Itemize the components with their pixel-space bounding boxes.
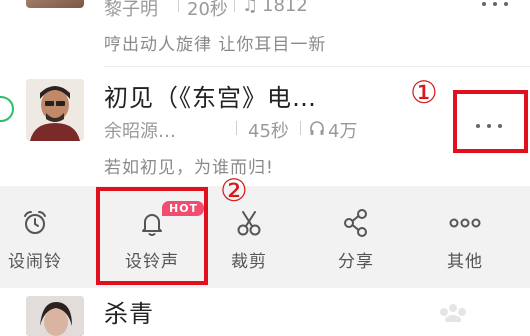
song-avatar xyxy=(26,79,84,141)
share-icon xyxy=(344,209,367,237)
step-marker-1: ① xyxy=(410,75,438,111)
meta-separator xyxy=(236,121,237,135)
highlight-box-ringtone xyxy=(96,187,208,285)
more-icon xyxy=(449,218,481,228)
trim-label: 裁剪 xyxy=(231,252,267,272)
avatar-previous xyxy=(26,0,84,8)
previous-description: 哼出动人旋律 让你耳目一新 xyxy=(104,35,327,55)
previous-duration: 20秒 xyxy=(187,0,228,20)
song-duration: 45秒 xyxy=(248,121,289,142)
other-button[interactable]: 其他 xyxy=(430,186,500,288)
meta-separator xyxy=(234,0,235,12)
previous-more-button[interactable] xyxy=(482,2,508,6)
previous-plays: 1812 xyxy=(262,0,308,16)
next-song-title[interactable]: 杀青 xyxy=(104,294,154,329)
share-label: 分享 xyxy=(338,252,374,272)
previous-headphone-icon: ♫ xyxy=(242,0,259,16)
song-artist[interactable]: 余昭源… xyxy=(104,117,176,143)
alarm-clock-icon xyxy=(24,211,46,234)
meta-separator xyxy=(178,0,179,12)
song-description: 若如初见，为谁而归! xyxy=(104,158,274,178)
share-button[interactable]: 分享 xyxy=(321,186,391,288)
watermark-icon xyxy=(436,300,470,325)
previous-meta-row: 黎子明 xyxy=(104,0,158,21)
trim-button[interactable]: 裁剪 xyxy=(214,186,284,288)
other-label: 其他 xyxy=(447,252,483,272)
meta-separator xyxy=(300,121,301,135)
highlight-box-more xyxy=(453,90,528,153)
headphone-icon xyxy=(309,120,325,140)
selected-indicator-icon[interactable] xyxy=(0,96,14,122)
song-title[interactable]: 初见（《东宫》电… xyxy=(104,78,317,113)
previous-artist: 黎子明 xyxy=(104,0,158,20)
set-alarm-button[interactable]: 设闹铃 xyxy=(0,186,70,288)
row-divider xyxy=(104,66,530,67)
set-alarm-label: 设闹铃 xyxy=(8,252,62,272)
scissors-icon xyxy=(237,211,261,236)
song-plays: 4万 xyxy=(328,121,358,142)
next-avatar xyxy=(26,296,84,336)
